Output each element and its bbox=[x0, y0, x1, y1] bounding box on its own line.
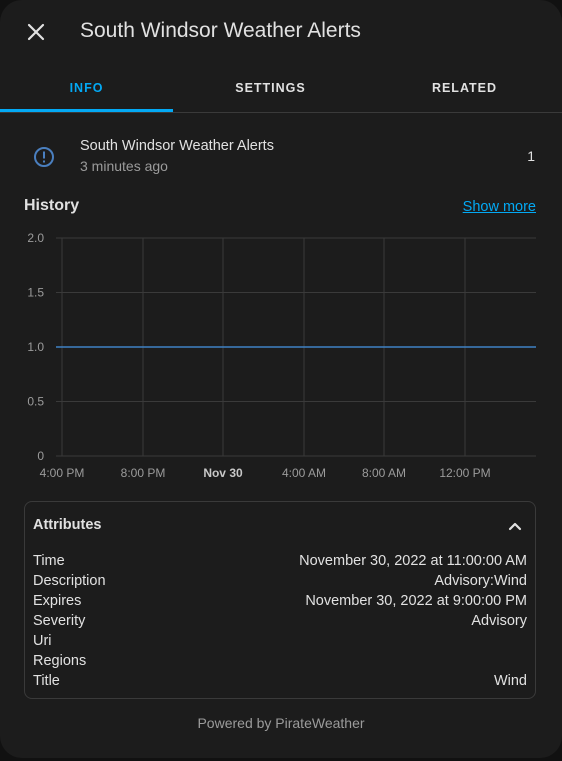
attribute-key: Time bbox=[33, 553, 65, 569]
y-tick-label: 1.5 bbox=[27, 286, 44, 300]
dialog-header: South Windsor Weather Alerts bbox=[0, 0, 562, 64]
alert-circle-icon bbox=[34, 147, 54, 167]
attribute-row-time: Time November 30, 2022 at 11:00:00 AM bbox=[33, 551, 527, 571]
entity-last-changed: 3 minutes ago bbox=[80, 158, 168, 174]
y-tick-label: 0 bbox=[37, 449, 44, 463]
attributes-toggle-button[interactable] bbox=[501, 512, 529, 540]
active-tab-indicator bbox=[0, 109, 173, 112]
dialog-title: South Windsor Weather Alerts bbox=[80, 19, 361, 42]
history-title: History bbox=[24, 197, 80, 214]
attribute-row-regions: Regions bbox=[33, 651, 527, 671]
attribute-row-description: Description Advisory:Wind bbox=[33, 571, 527, 591]
attribute-row-title: Title Wind bbox=[33, 671, 527, 691]
x-tick-label: 8:00 PM bbox=[121, 466, 166, 480]
attributes-panel: Attributes Time November 30, 2022 at 11:… bbox=[24, 501, 536, 699]
attribute-key: Severity bbox=[33, 613, 86, 629]
attribute-value: November 30, 2022 at 11:00:00 AM bbox=[299, 553, 527, 569]
y-tick-label: 1.0 bbox=[27, 340, 44, 354]
chevron-up-icon bbox=[508, 522, 522, 531]
tab-settings[interactable]: SETTINGS bbox=[184, 64, 357, 112]
attribute-key: Expires bbox=[33, 593, 82, 609]
attributes-title: Attributes bbox=[33, 517, 102, 533]
attribute-value: November 30, 2022 at 9:00:00 PM bbox=[305, 593, 527, 609]
y-tick-label: 2.0 bbox=[27, 231, 44, 245]
entity-name: South Windsor Weather Alerts bbox=[80, 138, 274, 154]
attribute-key: Description bbox=[33, 573, 106, 589]
attribute-row-severity: Severity Advisory bbox=[33, 611, 527, 631]
entity-state: 1 bbox=[527, 148, 535, 164]
close-icon bbox=[27, 23, 45, 41]
x-tick-label: 12:00 PM bbox=[439, 466, 490, 480]
more-info-dialog: South Windsor Weather Alerts INFO SETTIN… bbox=[0, 0, 562, 758]
x-tick-label: 4:00 AM bbox=[282, 466, 326, 480]
x-tick-label: 8:00 AM bbox=[362, 466, 406, 480]
history-chart: 2.0 1.5 1.0 0.5 0 4:00 PM 8:00 PM Nov 30 4:00 AM… bbox=[27, 231, 536, 480]
attribute-row-uri: Uri bbox=[33, 631, 527, 651]
attribute-value: Advisory bbox=[471, 613, 527, 629]
attribute-value: Advisory:Wind bbox=[434, 573, 527, 589]
attribute-key: Regions bbox=[33, 653, 87, 669]
x-tick-label: Nov 30 bbox=[203, 466, 243, 480]
tab-related[interactable]: RELATED bbox=[378, 64, 551, 112]
attribute-key: Uri bbox=[33, 633, 52, 649]
attribute-key: Title bbox=[33, 673, 60, 689]
tab-bar: INFO SETTINGS RELATED bbox=[0, 64, 562, 113]
attribute-value: Wind bbox=[493, 673, 527, 689]
attribution-footer: Powered by PirateWeather bbox=[197, 715, 365, 731]
y-tick-label: 0.5 bbox=[27, 395, 44, 409]
attribute-row-expires: Expires November 30, 2022 at 9:00:00 PM bbox=[33, 591, 527, 611]
attributes-list: Time November 30, 2022 at 11:00:00 AM De… bbox=[33, 551, 527, 691]
show-more-link[interactable]: Show more bbox=[463, 199, 536, 215]
x-tick-label: 4:00 PM bbox=[40, 466, 85, 480]
entity-row: South Windsor Weather Alerts 3 minutes a… bbox=[0, 128, 562, 184]
close-button[interactable] bbox=[18, 14, 54, 50]
tab-info[interactable]: INFO bbox=[0, 64, 173, 112]
